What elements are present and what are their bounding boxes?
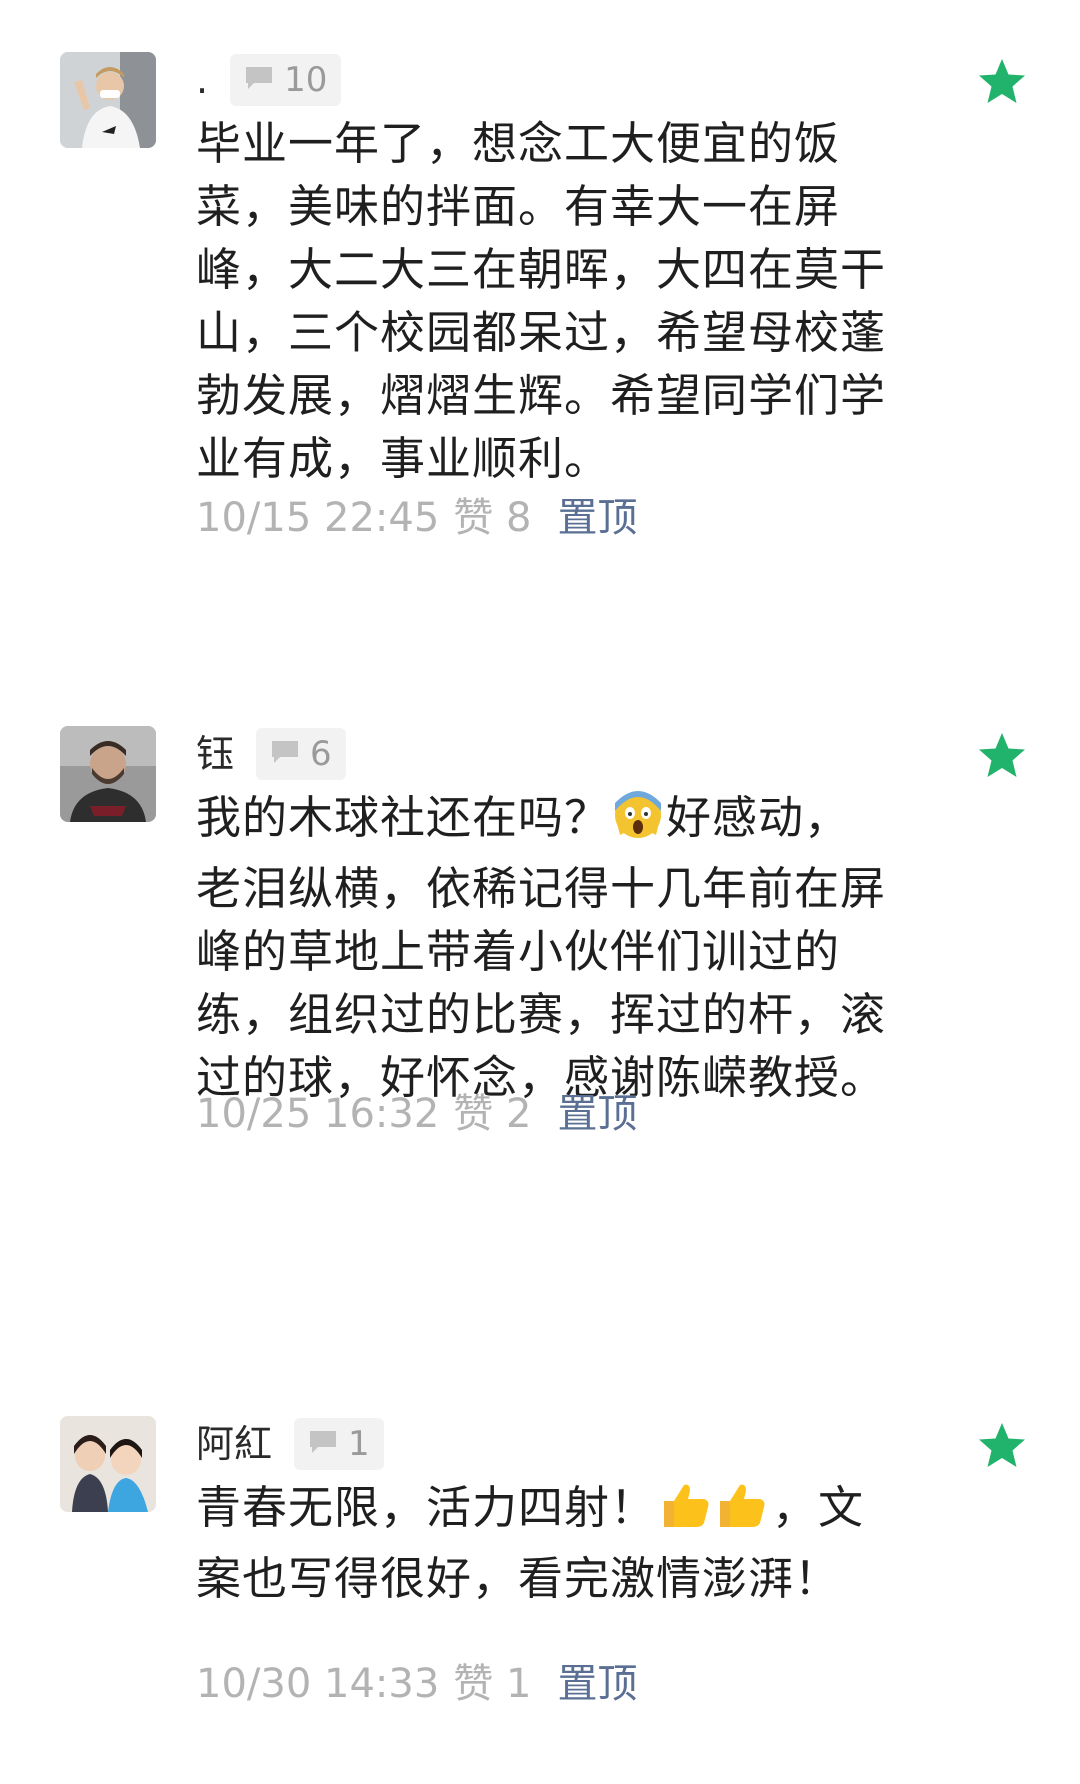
comment-header: 阿紅 1 bbox=[196, 1416, 384, 1472]
like-count[interactable]: 赞 2 bbox=[453, 1088, 531, 1140]
avatar[interactable] bbox=[60, 726, 156, 822]
comment-time: 10/25 16:32 bbox=[196, 1091, 440, 1137]
reply-count: 1 bbox=[348, 1424, 370, 1464]
comment-text: 我的木球社还在吗？ 好感动，老泪纵横，依稀记得十几年前在屏峰的草地上带着小伙伴们训… bbox=[196, 786, 896, 1109]
commenter-name[interactable]: 钰 bbox=[196, 726, 234, 782]
avatar-man-white-shirt-icon bbox=[60, 52, 156, 148]
reply-count: 6 bbox=[310, 734, 332, 774]
comment-header: . 10 bbox=[196, 52, 342, 108]
star-icon[interactable] bbox=[976, 1420, 1028, 1472]
comment-text-part: 我的木球社还在吗？ bbox=[196, 791, 611, 844]
pin-button[interactable]: 置顶 bbox=[557, 492, 637, 544]
reply-count-badge[interactable]: 10 bbox=[230, 54, 342, 106]
comment-bubble-icon bbox=[244, 60, 274, 100]
comment-text: 毕业一年了，想念工大便宜的饭菜，美味的拌面。有幸大一在屏峰，大二大三在朝晖，大四… bbox=[196, 117, 887, 485]
star-icon[interactable] bbox=[976, 56, 1028, 108]
comment-text-part: 青春无限，活力四射！ bbox=[196, 1481, 657, 1534]
reply-count: 10 bbox=[284, 60, 328, 100]
comment-header: 钰 6 bbox=[196, 726, 346, 782]
commenter-name[interactable]: 阿紅 bbox=[196, 1416, 272, 1472]
reply-count-badge[interactable]: 6 bbox=[256, 728, 346, 780]
avatar[interactable] bbox=[60, 1416, 156, 1512]
comment-bubble-icon bbox=[308, 1424, 338, 1464]
commenter-name[interactable]: . bbox=[196, 52, 208, 108]
comment-meta: 10/15 22:45 赞 8 置顶 bbox=[196, 492, 637, 544]
comment-meta: 10/25 16:32 赞 2 置顶 bbox=[196, 1088, 637, 1140]
avatar-bearded-man-icon bbox=[60, 726, 156, 822]
thumbs-up-emoji-icon bbox=[658, 1479, 770, 1547]
like-count[interactable]: 赞 1 bbox=[453, 1658, 531, 1710]
comment-meta: 10/30 14:33 赞 1 置顶 bbox=[196, 1658, 637, 1710]
reply-count-badge[interactable]: 1 bbox=[294, 1418, 384, 1470]
like-count[interactable]: 赞 8 bbox=[453, 492, 531, 544]
comment-time: 10/30 14:33 bbox=[196, 1661, 440, 1707]
comment-bubble-icon bbox=[270, 734, 300, 774]
avatar-two-women-icon bbox=[60, 1416, 156, 1512]
comment-text: 青春无限，活力四射！ ，文案也写得很好，看完激情澎湃！ bbox=[196, 1476, 896, 1610]
comment-time: 10/15 22:45 bbox=[196, 495, 440, 541]
scream-emoji-icon bbox=[612, 789, 664, 857]
pin-button[interactable]: 置顶 bbox=[557, 1658, 637, 1710]
star-icon[interactable] bbox=[976, 730, 1028, 782]
avatar[interactable] bbox=[60, 52, 156, 148]
pin-button[interactable]: 置顶 bbox=[557, 1088, 637, 1140]
